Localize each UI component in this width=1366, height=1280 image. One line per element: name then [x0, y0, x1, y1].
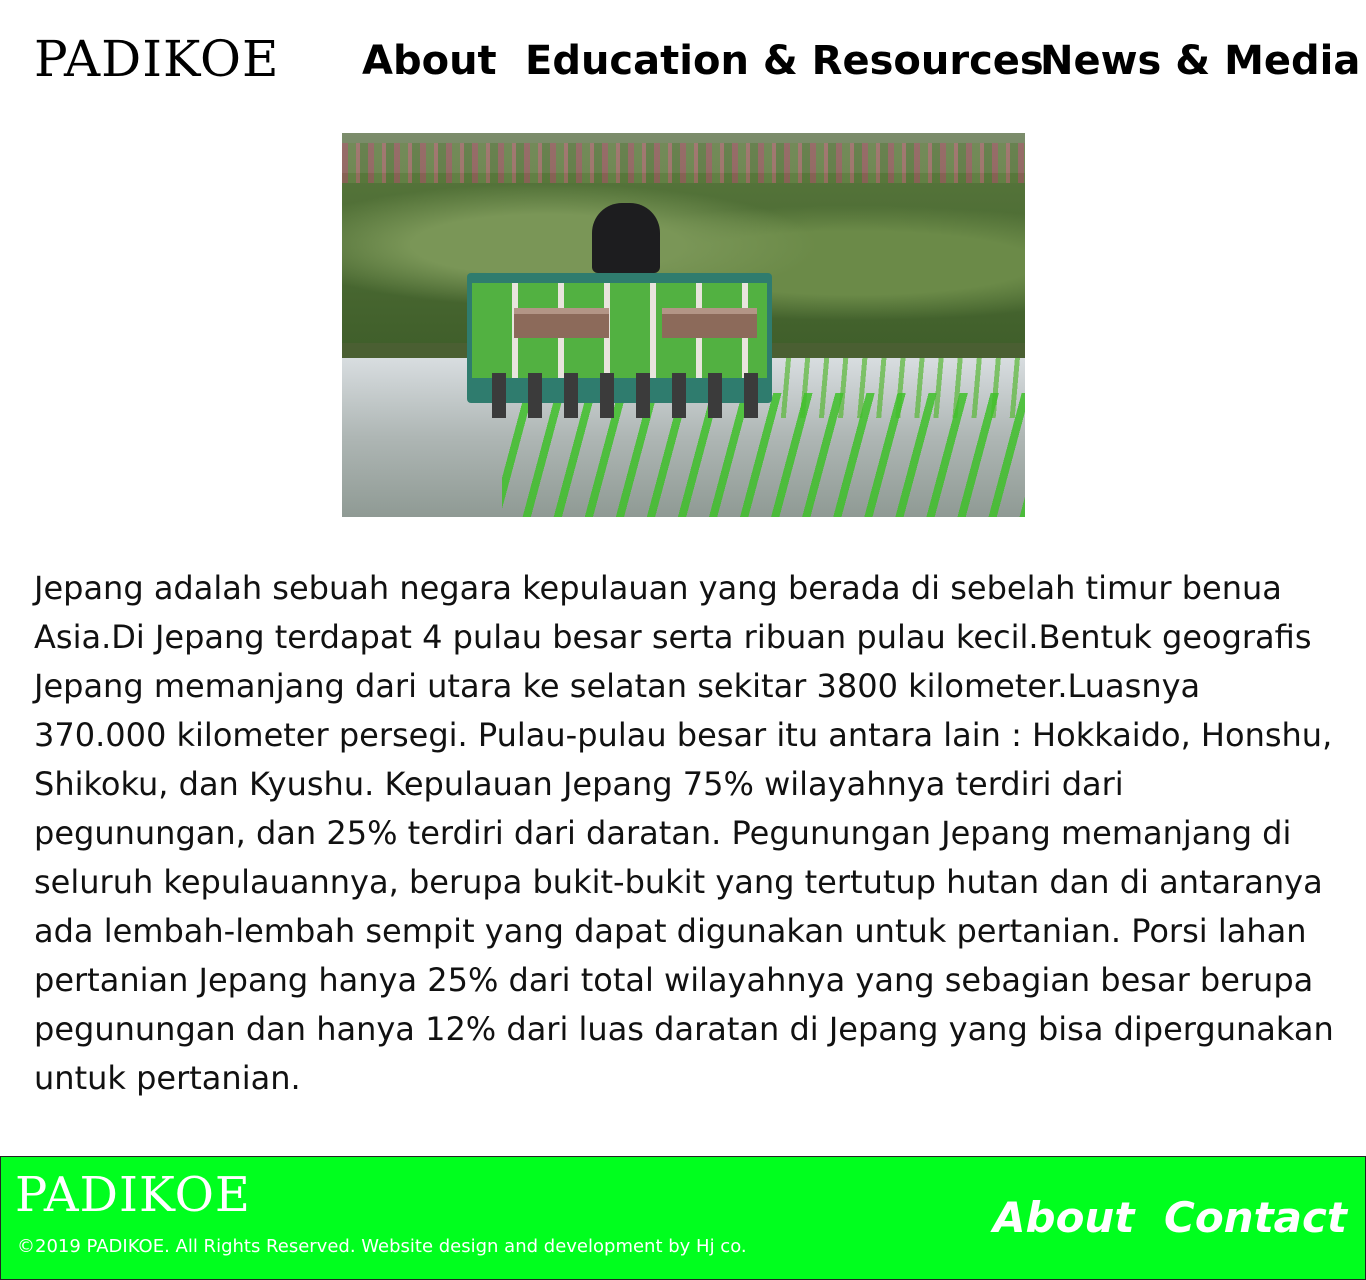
- hero-driver: [592, 203, 660, 273]
- article-body: Jepang adalah sebuah negara kepulauan ya…: [34, 569, 1334, 1097]
- nav-about-link[interactable]: About: [362, 38, 497, 84]
- site-footer: PADIKOE ©2019 PADIKOE. All Rights Reserv…: [0, 1156, 1366, 1280]
- footer-about-link[interactable]: About: [993, 1193, 1134, 1242]
- footer-contact-link[interactable]: Contact: [1164, 1193, 1347, 1242]
- hero-image: [342, 133, 1025, 517]
- hero-wheels: [492, 373, 762, 418]
- site-logo[interactable]: PADIKOE: [34, 30, 280, 88]
- nav-news-media-link[interactable]: News & Media: [1040, 38, 1360, 84]
- hero-hopper-left: [514, 308, 609, 338]
- footer-copyright: ©2019 PADIKOE. All Rights Reserved. Webs…: [17, 1236, 747, 1257]
- hero-hopper-right: [662, 308, 757, 338]
- nav-education-resources-link[interactable]: Education & Resources: [525, 38, 1044, 84]
- site-header: PADIKOE About Education & Resources News…: [0, 0, 1366, 125]
- hero-flowers: [342, 143, 1025, 183]
- footer-logo[interactable]: PADIKOE: [15, 1167, 251, 1223]
